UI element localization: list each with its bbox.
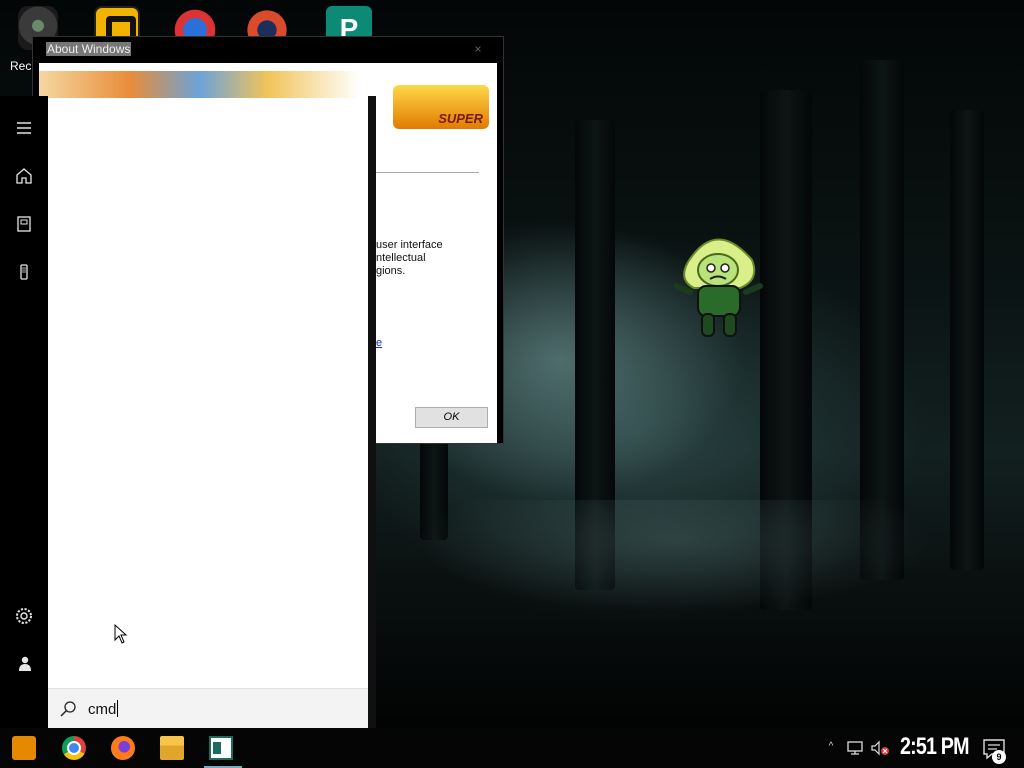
start-menu-edge: [368, 96, 376, 728]
desktop-screen: Rec P About Windows × SUPER user interfa…: [0, 0, 1024, 768]
taskbar: ^ 2:51 PM 9: [0, 728, 1024, 768]
firefox-taskbar-button[interactable]: [99, 728, 147, 768]
settings-icon[interactable]: [12, 604, 36, 628]
notification-count-badge: 9: [992, 750, 1006, 764]
dbz-app-taskbar-button[interactable]: [0, 728, 48, 768]
user-icon[interactable]: [12, 652, 36, 676]
search-icon: [60, 701, 76, 717]
start-search-results-panel: [48, 98, 368, 728]
about-legal-line: user interface: [376, 239, 443, 251]
start-menu-rail: [0, 96, 48, 728]
start-search-bar[interactable]: cmd: [48, 688, 368, 728]
taskbar-clock[interactable]: 2:51 PM: [900, 733, 969, 763]
peridot-desktop-pet[interactable]: [668, 222, 764, 342]
dbz-super-logo-text: SUPER: [438, 111, 483, 126]
recycle-bin-label[interactable]: Rec: [10, 59, 31, 73]
documents-icon[interactable]: [12, 212, 36, 236]
search-input-value: cmd: [88, 701, 117, 718]
publisher-taskbar-button[interactable]: [197, 728, 245, 768]
about-dialog-title: About Windows: [46, 42, 132, 56]
publisher-icon: [209, 736, 233, 760]
firefox-icon: [111, 736, 135, 760]
file-explorer-taskbar-button[interactable]: [148, 728, 196, 768]
text-caret: [117, 700, 119, 717]
about-legal-line: gions.: [376, 265, 406, 277]
about-divider: [369, 172, 479, 173]
volume-muted-icon[interactable]: [870, 740, 890, 756]
dbz-app-icon: [12, 736, 36, 760]
hamburger-menu-icon[interactable]: [12, 116, 36, 140]
home-icon[interactable]: [12, 164, 36, 188]
about-legal-line: ntellectual: [376, 252, 426, 264]
about-dialog-titlebar[interactable]: About Windows ×: [33, 37, 503, 61]
mouse-pointer-icon: [114, 624, 128, 644]
wallpaper-ground: [376, 500, 1024, 728]
dbz-super-logo: SUPER: [393, 85, 489, 129]
about-legal-text: user interface ntellectual gions.: [376, 239, 496, 278]
chrome-icon: [62, 736, 86, 760]
network-icon[interactable]: [846, 740, 864, 756]
file-explorer-icon: [160, 736, 184, 760]
ok-button[interactable]: OK: [415, 407, 488, 428]
device-icon[interactable]: [12, 260, 36, 284]
close-icon[interactable]: ×: [467, 41, 489, 57]
show-hidden-icons-chevron-icon[interactable]: ^: [824, 740, 838, 754]
search-input[interactable]: cmd: [88, 700, 119, 718]
chrome-taskbar-button[interactable]: [50, 728, 98, 768]
license-terms-link[interactable]: e: [376, 337, 382, 349]
